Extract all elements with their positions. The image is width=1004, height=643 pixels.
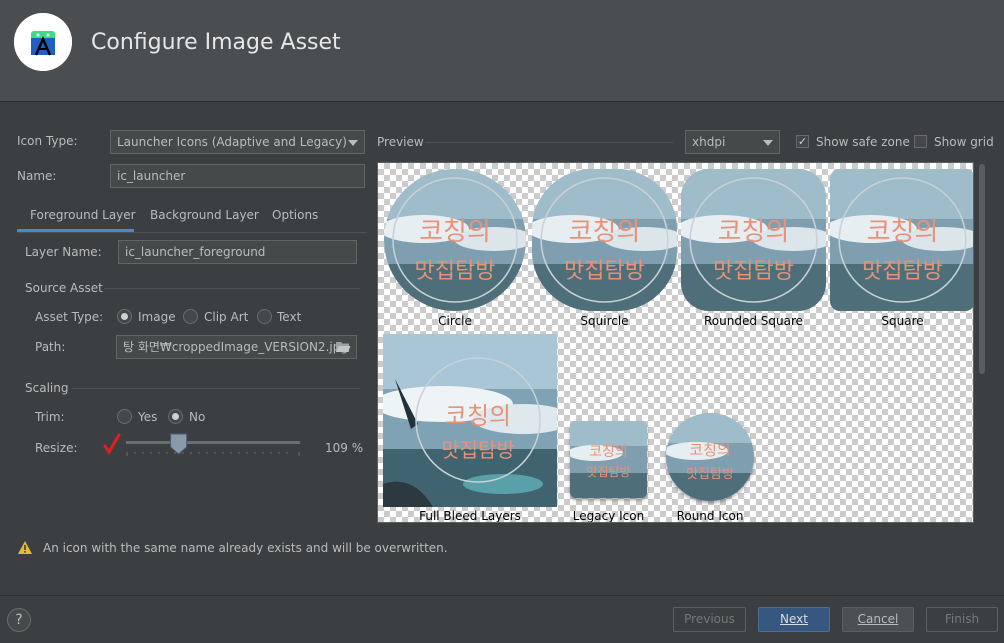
scrollbar-thumb[interactable] [979,164,985,374]
square-icon-preview: 코칭의 맛집탐방 [830,169,973,311]
layer-name-label: Layer Name: [25,245,102,259]
caption-legacy-icon: Legacy Icon [572,509,645,523]
full-bleed-layers-preview: 코칭의 맛집탐방 [383,334,557,507]
icon-text-line1: 코칭의 [717,217,790,247]
dialog-header: Configure Image Asset [0,0,1004,102]
finish-button[interactable]: Finish [926,607,998,632]
squircle-icon-preview: 코칭의 맛집탐방 [532,169,677,311]
icon-text-line1: 코칭의 [419,217,491,247]
resize-value: 109 % [325,441,364,455]
source-asset-heading: Source Asset [25,281,103,295]
caption-round-icon: Round Icon [676,509,744,523]
name-field[interactable]: ic_launcher [110,164,365,188]
caption-full-bleed-layers: Full Bleed Layers [419,509,521,523]
chevron-down-icon [348,140,358,146]
overwrite-warning-text: An icon with the same name already exist… [43,541,448,555]
preview-divider [425,142,673,143]
trim-no-label: No [189,410,206,424]
icon-text-line2: 맛집탐방 [414,259,496,284]
icon-text-line2: 맛집탐방 [441,438,515,462]
round-icon-preview: 코칭의 맛집탐방 [666,413,754,501]
tab-foreground-layer[interactable]: Foreground Layer [30,208,136,222]
dialog-title: Configure Image Asset [91,30,341,55]
icon-text-line1: 코칭의 [589,444,628,460]
tab-background-layer[interactable]: Background Layer [150,208,259,222]
icon-text-line1: 코칭의 [866,217,939,247]
show-grid-label: Show grid [934,135,994,149]
preview-area: 코칭의 맛집탐방 Circle 코칭의 맛집탐방 Squircle 코칭의 맛집… [377,162,974,523]
trim-yes-radio[interactable] [117,409,132,424]
icon-text-line2: 맛집탐방 [713,259,794,284]
rounded-square-icon-preview: 코칭의 맛집탐방 [681,169,826,311]
resize-label: Resize: [35,441,78,455]
footer-divider [0,595,1004,596]
density-dropdown[interactable]: xhdpi [685,130,780,154]
folder-icon[interactable] [335,340,351,354]
asset-type-label: Asset Type: [35,310,104,324]
source-asset-divider [104,288,360,289]
density-value: xhdpi [692,135,726,149]
asset-type-text-radio[interactable] [257,309,272,324]
next-button[interactable]: Next [758,607,830,632]
previous-button[interactable]: Previous [673,607,746,632]
trim-no-radio[interactable] [168,409,183,424]
cancel-button[interactable]: Cancel [842,607,914,632]
icon-text-line2: 맛집탐방 [586,465,631,479]
chevron-down-icon [763,140,773,146]
legacy-icon-preview: 코칭의 맛집탐방 [570,421,647,498]
icon-text-line2: 맛집탐방 [862,259,943,284]
name-label: Name: [17,169,57,183]
icon-text-line1: 코칭의 [444,402,512,430]
asset-type-clip-art-label: Clip Art [204,310,249,324]
trim-label: Trim: [35,410,65,424]
asset-type-image-radio[interactable] [117,309,132,324]
asset-type-image-label: Image [138,310,176,324]
show-safe-zone-label: Show safe zone [816,135,910,149]
icon-type-dropdown[interactable]: Launcher Icons (Adaptive and Legacy) [110,130,365,154]
scaling-heading: Scaling [25,381,69,395]
icon-type-value: Launcher Icons (Adaptive and Legacy) [117,135,347,149]
red-checkmark-annotation [103,433,121,455]
caption-squircle: Squircle [580,314,629,328]
show-safe-zone-checkbox[interactable]: ✓ [796,135,809,148]
path-label: Path: [35,340,66,354]
circle-icon-preview: 코칭의 맛집탐방 [384,169,526,311]
tab-options[interactable]: Options [272,208,318,222]
caption-circle: Circle [438,314,472,328]
caption-square: Square [881,314,924,328]
icon-type-label: Icon Type: [17,134,78,148]
warning-triangle-icon [18,541,32,554]
icon-text-line1: 코칭의 [568,217,641,247]
asset-type-text-label: Text [277,310,302,324]
path-field[interactable]: 탕 화면₩croppedImage_VERSION2.jpg [116,335,357,359]
show-grid-checkbox[interactable] [914,135,927,148]
slider-thumb [170,433,188,455]
asset-type-clip-art-radio[interactable] [183,309,198,324]
icon-text-line2: 맛집탐방 [564,259,645,284]
resize-slider[interactable] [100,432,310,460]
preview-label: Preview [377,135,424,149]
trim-yes-label: Yes [138,410,158,424]
tabs-divider [17,232,367,233]
help-button[interactable]: ? [7,608,31,632]
scaling-divider [72,388,360,389]
icon-text-line2: 맛집탐방 [686,467,734,482]
slider-track [126,441,300,444]
android-studio-logo-icon [14,13,72,71]
preview-scrollbar[interactable] [975,162,989,523]
caption-rounded-square: Rounded Square [703,314,804,328]
layer-name-field[interactable]: ic_launcher_foreground [118,240,357,264]
icon-text-line1: 코칭의 [689,441,731,459]
path-value: 탕 화면₩croppedImage_VERSION2.jpg [123,340,348,354]
